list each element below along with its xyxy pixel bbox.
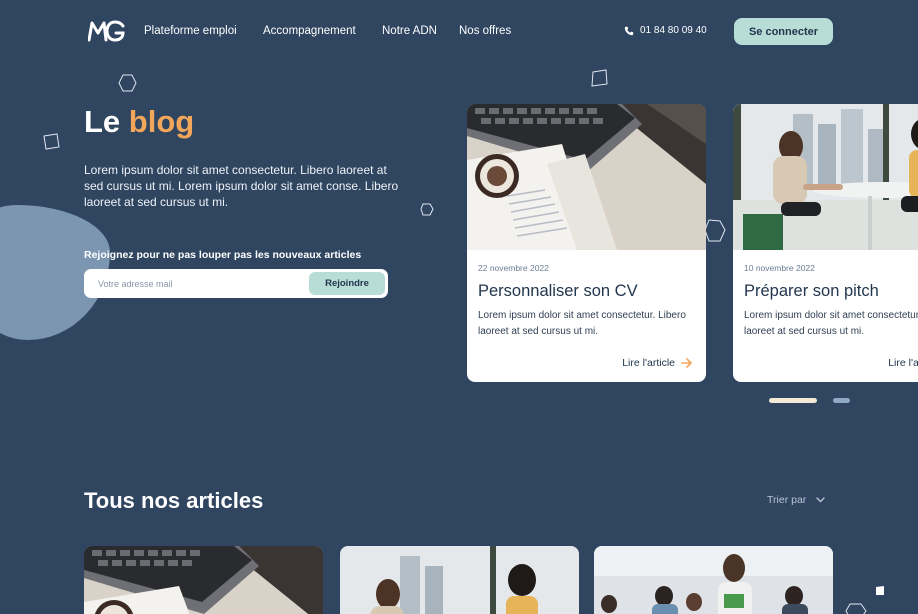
sort-label: Trier par xyxy=(767,494,807,506)
title-accent: blog xyxy=(128,104,195,139)
card-title[interactable]: Personnaliser son CV xyxy=(478,282,638,301)
card-title[interactable]: Préparer son pitch xyxy=(744,282,879,301)
decorative-square-icon xyxy=(591,69,608,87)
nav-accompagnement[interactable]: Accompagnement xyxy=(263,25,356,37)
newsletter-form: Rejoindre xyxy=(84,269,388,298)
sort-dropdown[interactable]: Trier par xyxy=(767,494,825,506)
phone-icon xyxy=(624,26,634,35)
carousel-dot[interactable] xyxy=(833,398,850,403)
nav-plateforme-emploi[interactable]: Plateforme emploi xyxy=(144,25,237,37)
blog-page: Plateforme emploi Accompagnement Notre A… xyxy=(0,0,918,614)
decorative-hexagon-icon xyxy=(420,203,434,216)
title-prefix: Le xyxy=(84,104,129,139)
logo-icon[interactable] xyxy=(88,20,126,42)
decorative-square-icon xyxy=(876,586,884,595)
email-input[interactable] xyxy=(98,273,298,294)
arrow-right-icon xyxy=(681,358,692,368)
newsletter-label: Rejoignez pour ne pas louper pas les nou… xyxy=(84,249,362,261)
read-article-label: Lire l'article xyxy=(888,357,918,369)
read-article-label: Lire l'article xyxy=(622,357,675,369)
article-card-image[interactable] xyxy=(84,546,323,614)
featured-card[interactable]: 10 novembre 2022 Préparer son pitch Lore… xyxy=(733,104,918,382)
phone-number: 01 84 80 09 40 xyxy=(640,25,707,36)
decorative-hexagon-icon xyxy=(704,219,726,242)
article-card-image[interactable] xyxy=(594,546,833,614)
decorative-square-icon xyxy=(43,133,60,150)
join-button[interactable]: Rejoindre xyxy=(309,272,385,295)
featured-card[interactable]: 22 novembre 2022 Personnaliser son CV Lo… xyxy=(467,104,706,382)
decorative-hexagon-icon xyxy=(118,74,137,92)
decorative-hexagon-icon xyxy=(845,603,867,614)
nav-nos-offres[interactable]: Nos offres xyxy=(459,25,511,37)
page-title: Le blog xyxy=(84,104,194,140)
nav-notre-adn[interactable]: Notre ADN xyxy=(382,25,437,37)
card-image-pitch xyxy=(733,104,918,250)
phone-contact[interactable]: 01 84 80 09 40 xyxy=(624,25,707,36)
read-article-link[interactable]: Lire l'article xyxy=(888,357,918,369)
card-image-cv xyxy=(467,104,706,250)
section-title: Tous nos articles xyxy=(84,488,264,513)
card-date: 10 novembre 2022 xyxy=(744,263,815,273)
hero-description: Lorem ipsum dolor sit amet consectetur. … xyxy=(84,163,399,209)
connect-button[interactable]: Se connecter xyxy=(734,18,833,45)
card-excerpt: Lorem ipsum dolor sit amet consectetur. … xyxy=(478,310,686,337)
read-article-link[interactable]: Lire l'article xyxy=(622,357,693,369)
card-date: 22 novembre 2022 xyxy=(478,263,549,273)
card-excerpt: Lorem ipsum dolor sit amet consectetur. … xyxy=(744,310,918,337)
chevron-down-icon xyxy=(816,497,825,503)
carousel-dot-active[interactable] xyxy=(769,398,817,403)
article-card-image[interactable] xyxy=(340,546,579,614)
site-header: Plateforme emploi Accompagnement Notre A… xyxy=(0,0,918,62)
